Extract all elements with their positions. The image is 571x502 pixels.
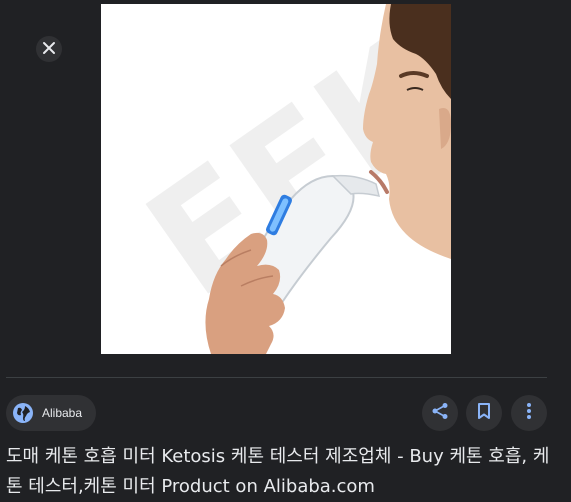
save-button[interactable] [466, 395, 502, 431]
source-chip[interactable]: Alibaba [6, 395, 97, 431]
share-icon [431, 402, 449, 424]
share-button[interactable] [422, 395, 458, 431]
globe-icon [12, 402, 34, 424]
more-vert-icon [526, 402, 532, 424]
close-icon [42, 40, 56, 59]
close-button[interactable] [36, 36, 62, 62]
more-options-button[interactable] [511, 395, 547, 431]
divider [6, 377, 547, 378]
source-name: Alibaba [42, 406, 83, 420]
preview-image[interactable]: EFK [101, 4, 451, 354]
bookmark-icon [476, 402, 492, 424]
result-title-link[interactable]: 도매 케톤 호흡 미터 Ketosis 케톤 테스터 제조업체 - Buy 케톤… [6, 442, 561, 502]
